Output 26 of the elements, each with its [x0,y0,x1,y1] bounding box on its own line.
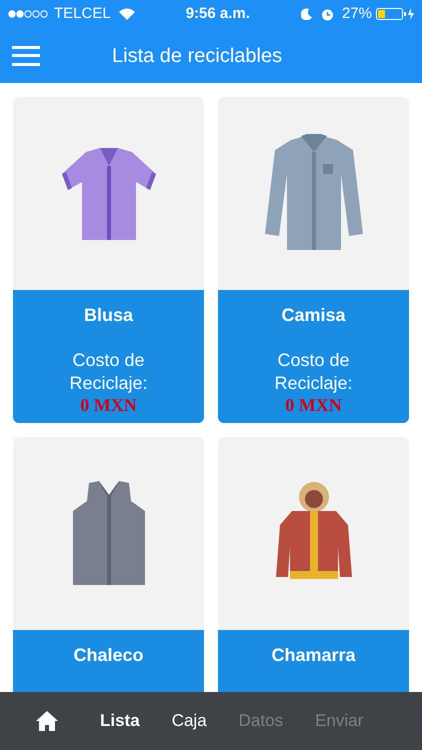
carrier: TELCEL [54,4,111,24]
cost-label: Costo de Reciclaje: [68,349,149,395]
battery-percent: 27% [342,4,372,24]
item-name: Camisa [281,304,346,327]
tab[interactable]: Lista [100,708,140,734]
signal-icon [8,10,50,18]
alarm-icon [320,8,334,20]
moon-icon [300,8,313,20]
tab[interactable]: Caja [172,708,207,734]
menu-button[interactable] [12,44,40,68]
home-tab[interactable] [36,711,58,731]
item-name: Chaleco [73,644,144,667]
item-name: Blusa [84,304,134,327]
item-card[interactable]: Chaleco [13,437,204,692]
item-card[interactable]: Blusa Costo de Reciclaje: 0 MXN [13,97,204,423]
item-card[interactable]: Camisa Costo de Reciclaje: 0 MXN [218,97,409,423]
cost-value: 0 MXN [285,395,342,415]
home-icon [36,711,58,731]
wifi-icon [118,8,135,20]
clock: 9:56 a.m. [186,4,250,24]
battery-icon [376,8,414,20]
cost-label: Costo de Reciclaje: [273,349,354,395]
cost-value: 0 MXN [80,395,137,415]
item-name: Chamarra [271,644,356,667]
header-title: Lista de reciclables [112,44,282,68]
item-card[interactable]: Chamarra [218,437,409,692]
